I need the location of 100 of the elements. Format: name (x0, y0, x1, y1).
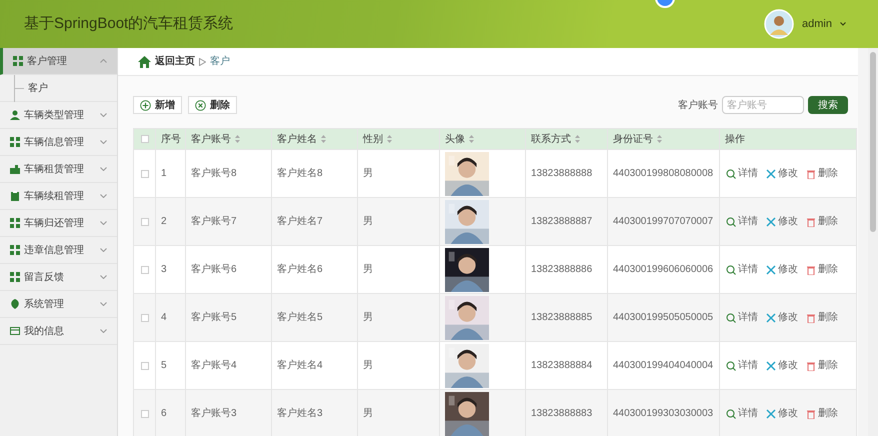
magnifier-icon (726, 168, 736, 178)
user-menu[interactable]: admin (802, 16, 832, 32)
delete-link[interactable]: 删除 (806, 214, 838, 229)
search-field[interactable]: 客户账号 (722, 96, 804, 114)
detail-link[interactable]: 详情 (726, 358, 758, 373)
trash-icon (806, 360, 816, 370)
table-cell: 440300199606060006 (613, 264, 714, 275)
chevron-icon (100, 302, 107, 306)
grid-icon (10, 245, 20, 255)
detail-link[interactable]: 详情 (726, 406, 758, 421)
sidebar-subitem[interactable]: 客户 (24, 80, 48, 96)
home-link[interactable]: 返回主页 (155, 54, 195, 69)
search-label: 客户账号 (678, 98, 718, 112)
trash-icon (806, 168, 816, 178)
table-cell: 客户姓名7 (277, 216, 323, 227)
trash-icon (806, 408, 816, 418)
trash-icon (806, 312, 816, 322)
grid-icon (10, 272, 20, 282)
table-cell: 440300199404040004 (613, 360, 714, 371)
magnifier-icon (726, 408, 736, 418)
home-icon (138, 56, 151, 68)
column-header[interactable]: 头像 (445, 132, 465, 146)
chevron-icon (100, 140, 107, 144)
sort-icon[interactable] (387, 135, 392, 143)
table-cell: 13823888883 (531, 408, 592, 419)
chevron-icon (100, 329, 107, 333)
select-all-checkbox[interactable] (140, 135, 148, 143)
table-cell: 13823888888 (531, 168, 592, 179)
delete-link[interactable]: 删除 (806, 262, 838, 277)
detail-link[interactable]: 详情 (726, 214, 758, 229)
detail-link[interactable]: 详情 (726, 310, 758, 325)
table-cell: 男 (363, 408, 373, 419)
grid-icon (10, 137, 20, 147)
table-cell: 客户账号7 (191, 216, 237, 227)
table-cell: 客户账号5 (191, 312, 237, 323)
magnifier-icon (726, 360, 736, 370)
edit-link[interactable]: 修改 (766, 358, 798, 373)
table-cell: 客户姓名5 (277, 312, 323, 323)
column-header: 序号 (161, 132, 181, 146)
sort-icon[interactable] (469, 135, 474, 143)
table-cell: 男 (363, 216, 373, 227)
sort-icon[interactable] (575, 135, 580, 143)
edit-link[interactable]: 修改 (766, 166, 798, 181)
detail-link[interactable]: 详情 (726, 166, 758, 181)
table-cell: 客户账号6 (191, 264, 237, 275)
table-cell: 440300199505050005 (613, 312, 714, 323)
table-cell: 客户姓名8 (277, 168, 323, 179)
table-cell: 男 (363, 312, 373, 323)
trash-icon (806, 264, 816, 274)
table-cell: 440300199707070007 (613, 216, 714, 227)
delete-button[interactable]: 删除 (188, 96, 237, 114)
table-cell: 13823888887 (531, 216, 592, 227)
row-checkbox[interactable] (140, 362, 148, 370)
table-cell: 13823888884 (531, 360, 592, 371)
table-cell: 客户姓名4 (277, 360, 323, 371)
chevron-icon (100, 248, 107, 252)
edit-link[interactable]: 修改 (766, 262, 798, 277)
delete-link[interactable]: 删除 (806, 166, 838, 181)
row-number: 1 (161, 168, 167, 179)
plus-circle-icon (140, 100, 151, 110)
leaf-icon (10, 299, 20, 309)
sort-icon[interactable] (657, 135, 662, 143)
chevron-icon (100, 221, 107, 225)
triangle-icon (199, 58, 206, 66)
delete-link[interactable]: 删除 (806, 358, 838, 373)
breadcrumb-current: 客户 (210, 54, 230, 69)
search-button[interactable]: 搜索 (808, 96, 848, 114)
magnifier-icon (726, 264, 736, 274)
add-button[interactable]: 新增 (133, 96, 182, 114)
edit-link[interactable]: 修改 (766, 214, 798, 229)
chevron-icon (100, 113, 107, 117)
caret-icon[interactable] (840, 22, 846, 26)
row-number: 5 (161, 360, 167, 371)
table-cell: 客户账号4 (191, 360, 237, 371)
sort-icon[interactable] (321, 135, 326, 143)
edit-link[interactable]: 修改 (766, 406, 798, 421)
row-checkbox[interactable] (140, 314, 148, 322)
delete-link[interactable]: 删除 (806, 406, 838, 421)
delete-link[interactable]: 删除 (806, 310, 838, 325)
sort-icon[interactable] (235, 135, 240, 143)
row-number: 3 (161, 264, 167, 275)
briefcase-icon (10, 164, 20, 174)
sidebar-item[interactable]: 客户管理 (0, 48, 117, 75)
avatar-icon[interactable] (764, 9, 794, 39)
column-header: 操作 (725, 132, 745, 146)
grid-icon (10, 218, 20, 228)
row-checkbox[interactable] (140, 170, 148, 178)
person-icon (10, 110, 20, 120)
row-checkbox[interactable] (140, 218, 148, 226)
table-cell: 客户账号8 (191, 168, 237, 179)
magnifier-icon (726, 216, 736, 226)
row-checkbox[interactable] (140, 266, 148, 274)
column-header[interactable]: 性别 (363, 132, 383, 146)
site-title: 基于SpringBoot的汽车租赁系统 (24, 14, 234, 34)
table-cell: 客户姓名3 (277, 408, 323, 419)
row-number: 6 (161, 408, 167, 419)
detail-link[interactable]: 详情 (726, 262, 758, 277)
scrollbar[interactable] (868, 48, 878, 436)
edit-link[interactable]: 修改 (766, 310, 798, 325)
row-checkbox[interactable] (140, 410, 148, 418)
